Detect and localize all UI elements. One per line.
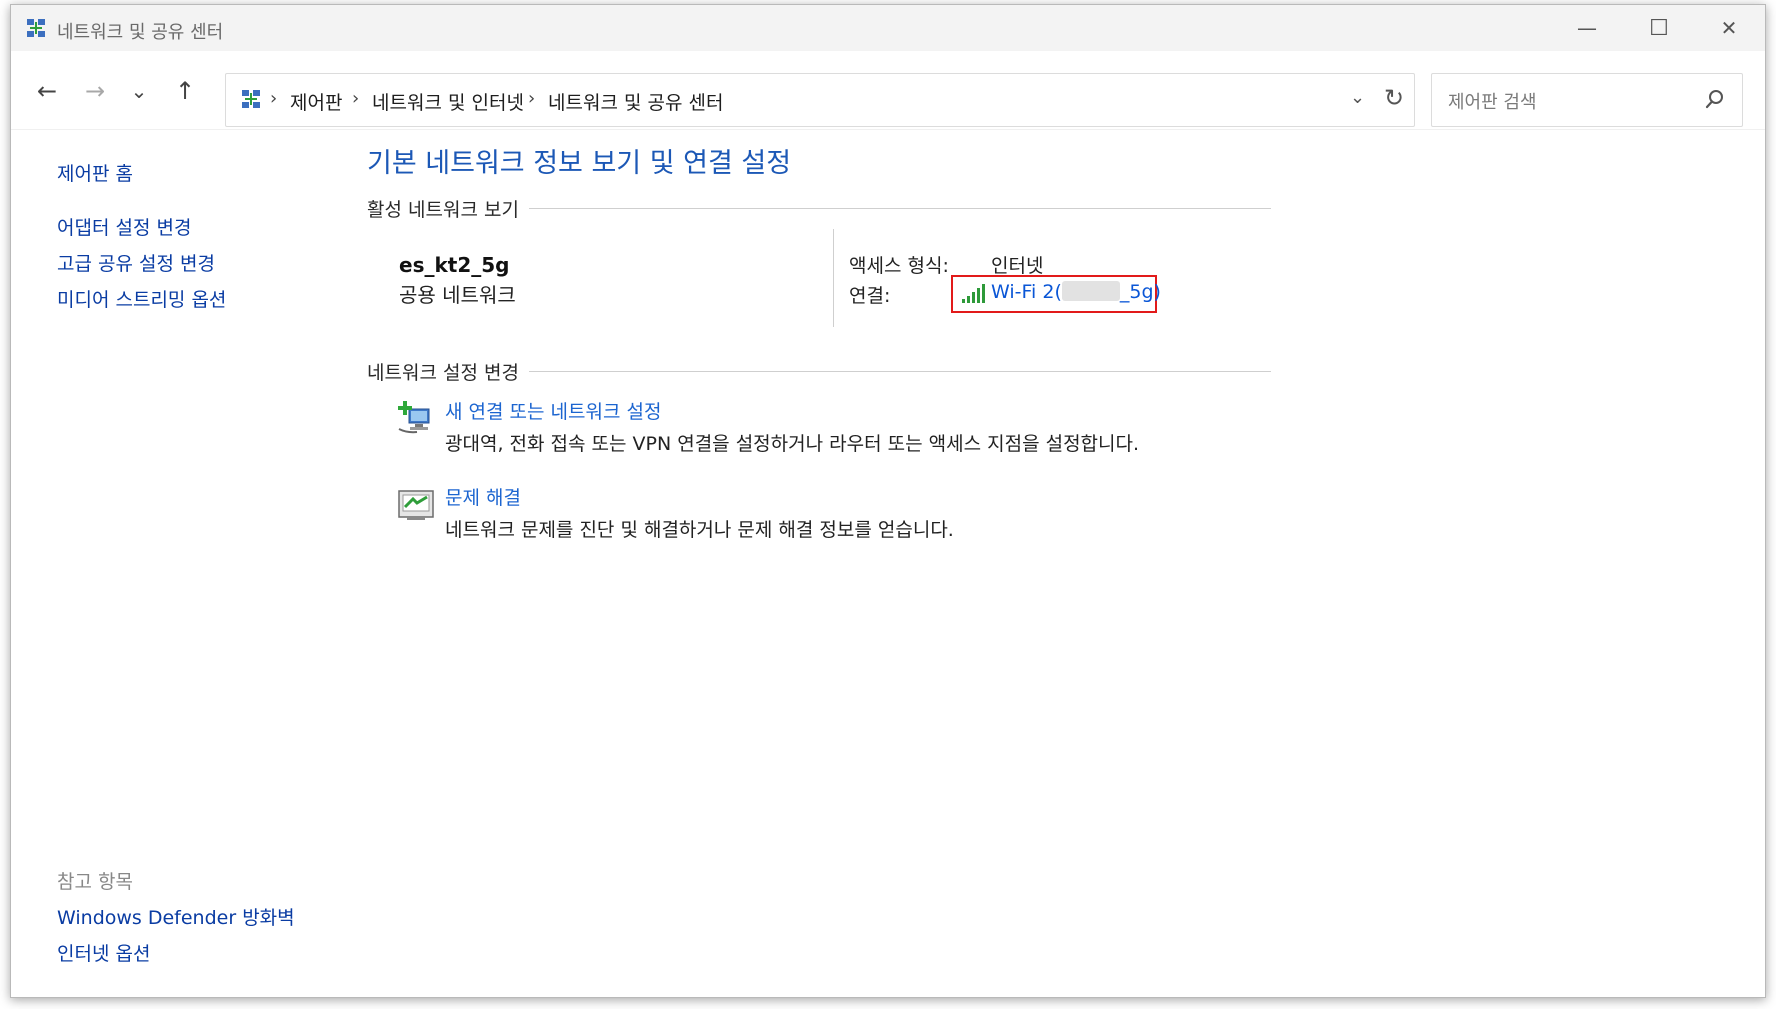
new-connection-description: 광대역, 전화 접속 또는 VPN 연결을 설정하거나 라우터 또는 액세스 지… bbox=[445, 433, 1140, 455]
search-box[interactable]: 제어판 검색 bbox=[1431, 73, 1743, 127]
network-center-icon bbox=[27, 19, 45, 37]
address-bar[interactable]: › 제어판 › 네트워크 및 인터넷 › 네트워크 및 공유 센터 ⌄ ↻ bbox=[225, 73, 1415, 127]
close-button[interactable]: ✕ bbox=[1695, 5, 1763, 51]
minimize-button[interactable]: — bbox=[1553, 5, 1621, 51]
breadcrumb-sharing-center[interactable]: 네트워크 및 공유 센터 bbox=[548, 88, 723, 115]
up-button[interactable]: ↑ bbox=[167, 73, 203, 109]
window-title: 네트워크 및 공유 센터 bbox=[57, 22, 224, 43]
search-input[interactable]: 제어판 검색 bbox=[1448, 88, 1537, 114]
forward-button[interactable]: → bbox=[77, 73, 113, 109]
new-connection-link[interactable]: 새 연결 또는 네트워크 설정 bbox=[445, 397, 661, 424]
wifi-connection-link[interactable]: Wi-Fi 2( _5g) bbox=[991, 281, 1161, 303]
sidebar-item-firewall[interactable]: Windows Defender 방화벽 bbox=[57, 903, 295, 930]
title-bar: 네트워크 및 공유 센터 — ☐ ✕ bbox=[11, 5, 1765, 51]
active-networks-heading: 활성 네트워크 보기 bbox=[367, 195, 529, 222]
recent-locations-button[interactable]: ⌄ bbox=[121, 73, 157, 109]
access-type-label: 액세스 형식: bbox=[849, 255, 949, 277]
troubleshoot-description: 네트워크 문제를 진단 및 해결하거나 문제 해결 정보를 얻습니다. bbox=[445, 519, 954, 541]
sidebar-item-internet-options[interactable]: 인터넷 옵션 bbox=[57, 939, 150, 966]
troubleshoot-icon bbox=[398, 490, 434, 520]
address-dropdown-button[interactable]: ⌄ bbox=[1350, 87, 1365, 108]
troubleshoot-link[interactable]: 문제 해결 bbox=[445, 483, 521, 510]
search-icon[interactable] bbox=[1704, 88, 1726, 110]
refresh-button[interactable]: ↻ bbox=[1384, 84, 1404, 112]
connection-label: 연결: bbox=[849, 285, 891, 307]
breadcrumb-separator: › bbox=[352, 88, 360, 109]
network-center-icon bbox=[242, 90, 260, 108]
breadcrumb-separator: › bbox=[270, 88, 278, 109]
see-also-heading: 참고 항목 bbox=[57, 871, 133, 893]
breadcrumb-network-internet[interactable]: 네트워크 및 인터넷 bbox=[372, 88, 524, 115]
change-settings-heading: 네트워크 설정 변경 bbox=[367, 358, 529, 385]
wifi-signal-icon bbox=[962, 284, 985, 303]
redacted-ssid bbox=[1061, 281, 1120, 301]
sidebar-item-advanced-sharing[interactable]: 고급 공유 설정 변경 bbox=[57, 249, 215, 276]
access-type-value: 인터넷 bbox=[991, 255, 1044, 277]
breadcrumb-separator: › bbox=[528, 88, 536, 109]
navigation-bar: ← → ⌄ ↑ › 제어판 › 네트워크 및 인터넷 › 네트워크 및 공유 센… bbox=[11, 51, 1765, 130]
network-name: es_kt2_5g bbox=[399, 253, 510, 277]
sidebar-item-media-streaming[interactable]: 미디어 스트리밍 옵션 bbox=[57, 285, 226, 312]
network-category-link[interactable]: 공용 네트워크 bbox=[399, 279, 516, 308]
sidebar-item-home[interactable]: 제어판 홈 bbox=[57, 159, 133, 186]
network-sharing-center-window: 네트워크 및 공유 센터 — ☐ ✕ ← → ⌄ ↑ › 제어판 › 네트워크 … bbox=[10, 4, 1766, 998]
sidebar-item-adapter-settings[interactable]: 어댑터 설정 변경 bbox=[57, 213, 191, 240]
vertical-divider bbox=[833, 229, 834, 327]
page-title: 기본 네트워크 정보 보기 및 연결 설정 bbox=[367, 148, 792, 179]
new-connection-icon bbox=[398, 401, 430, 434]
breadcrumb-control-panel[interactable]: 제어판 bbox=[290, 88, 342, 115]
maximize-button[interactable]: ☐ bbox=[1625, 5, 1693, 51]
connection-link-prefix: Wi-Fi 2( bbox=[991, 281, 1062, 303]
back-button[interactable]: ← bbox=[29, 73, 65, 109]
connection-link-suffix: _5g) bbox=[1119, 281, 1161, 303]
